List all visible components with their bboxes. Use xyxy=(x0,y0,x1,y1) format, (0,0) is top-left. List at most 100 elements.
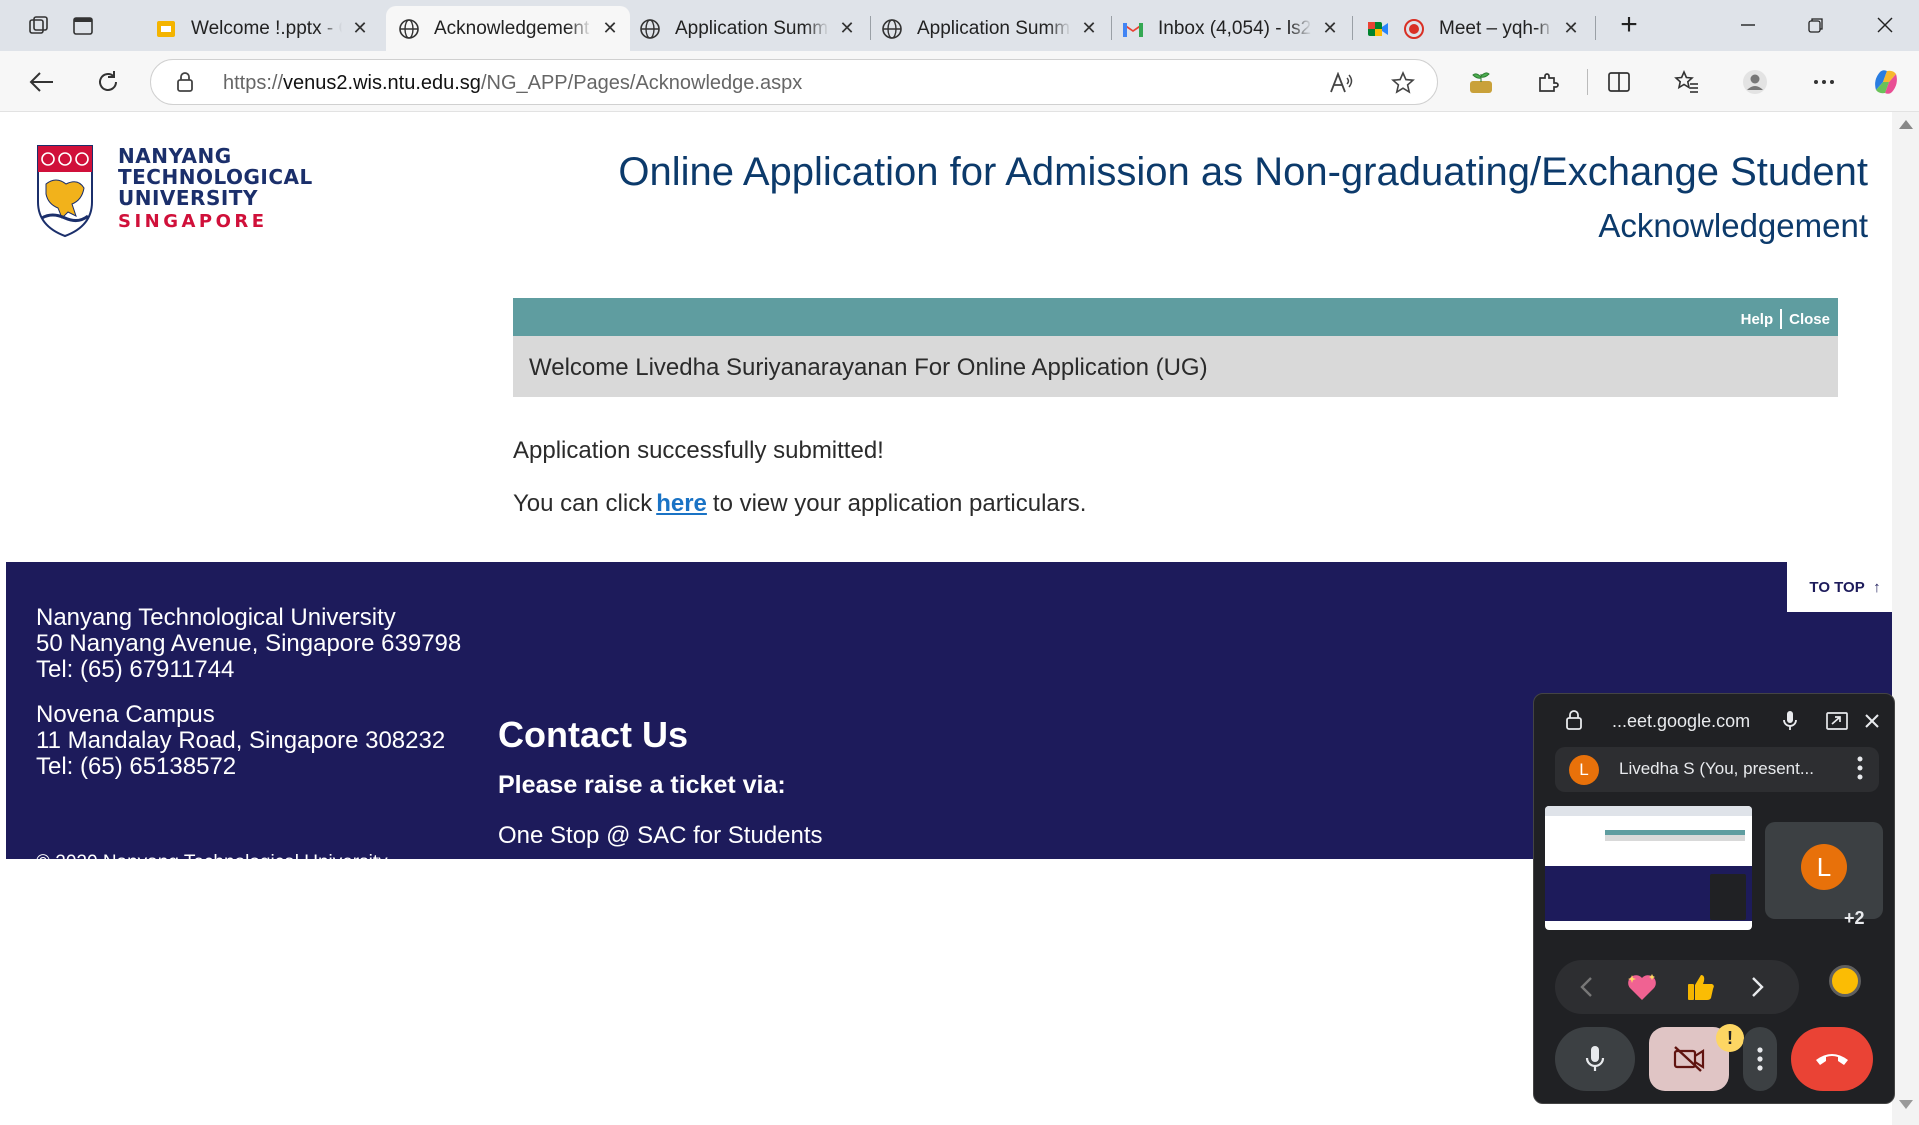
recording-icon xyxy=(1403,18,1425,40)
logo-text-line: NANYANG xyxy=(118,144,232,168)
copilot-icon[interactable] xyxy=(1868,64,1904,100)
profile-avatar-icon[interactable] xyxy=(1737,64,1773,100)
chevron-left-icon[interactable] xyxy=(1569,970,1603,1004)
restore-button[interactable] xyxy=(1796,8,1836,42)
campus-phone: Tel: (65) 65138572 xyxy=(36,753,237,780)
tab-application-summary-1[interactable]: Application Summa ✕ xyxy=(627,6,867,51)
tab-separator xyxy=(1352,16,1353,40)
lock-icon[interactable] xyxy=(173,70,197,94)
slides-icon xyxy=(155,18,177,40)
more-options-button[interactable] xyxy=(1743,1027,1777,1091)
to-top-label: TO TOP xyxy=(1809,578,1865,596)
panel-header: Help Close xyxy=(513,298,1838,336)
toolbar-separator xyxy=(1587,69,1588,95)
meet-pip-window[interactable]: ...eet.google.com L Livedha S (You, pres… xyxy=(1533,693,1895,1104)
close-link[interactable]: Close xyxy=(1789,311,1830,328)
tab-welcome-pptx[interactable]: Welcome !.pptx - G ✕ xyxy=(143,6,380,51)
here-link[interactable]: here xyxy=(656,490,707,517)
more-participants-count[interactable]: +2 xyxy=(1844,908,1865,929)
participant-tile[interactable]: L xyxy=(1765,822,1883,919)
tab-label: Application Summa xyxy=(675,17,829,39)
url-text[interactable]: https://venus2.wis.ntu.edu.sg/NG_APP/Pag… xyxy=(223,72,802,95)
gmail-icon xyxy=(1122,18,1144,40)
favorites-icon[interactable] xyxy=(1669,64,1705,100)
screen-share-thumbnail[interactable] xyxy=(1545,806,1752,930)
logo-text-line: UNIVERSITY xyxy=(118,186,258,210)
scroll-down-arrow-icon[interactable] xyxy=(1899,1100,1913,1109)
close-icon[interactable]: ✕ xyxy=(837,18,857,39)
more-options-icon[interactable] xyxy=(1806,64,1842,100)
contact-subtitle: Please raise a ticket via: xyxy=(498,771,786,799)
link-separator xyxy=(1780,309,1783,329)
read-aloud-icon[interactable] xyxy=(1327,68,1357,98)
tab-application-summary-2[interactable]: Application Summa ✕ xyxy=(869,6,1109,51)
close-icon[interactable]: ✕ xyxy=(350,18,370,39)
scroll-up-arrow-icon[interactable] xyxy=(1899,120,1913,129)
hang-up-button[interactable] xyxy=(1791,1027,1873,1091)
thumbnail-pip xyxy=(1710,874,1746,920)
tab-actions-icon[interactable] xyxy=(68,11,98,41)
back-button[interactable] xyxy=(22,63,62,101)
view-prefix-text: You can click xyxy=(513,490,653,517)
microphone-button[interactable] xyxy=(1555,1027,1635,1091)
tab-gmail-inbox[interactable]: Inbox (4,054) - ls29 ✕ xyxy=(1110,6,1350,51)
chevron-right-icon[interactable] xyxy=(1741,970,1775,1004)
warning-icon[interactable]: ! xyxy=(1716,1024,1744,1052)
back-to-tab-icon[interactable] xyxy=(1824,708,1850,734)
extension-plant-icon[interactable] xyxy=(1463,64,1499,100)
workspaces-icon[interactable] xyxy=(24,11,54,41)
favorite-star-icon[interactable] xyxy=(1388,68,1418,98)
more-vert-icon[interactable] xyxy=(1853,756,1867,780)
close-icon[interactable] xyxy=(1859,708,1885,734)
avatar: L xyxy=(1569,755,1599,785)
split-screen-icon[interactable] xyxy=(1601,64,1637,100)
close-icon[interactable]: ✕ xyxy=(1320,18,1340,39)
tab-google-meet[interactable]: Meet – yqh-n ✕ xyxy=(1355,6,1591,51)
address-bar[interactable]: https://venus2.wis.ntu.edu.sg/NG_APP/Pag… xyxy=(150,59,1438,105)
tab-label: Meet – yqh-n xyxy=(1439,17,1550,39)
close-icon[interactable]: ✕ xyxy=(600,18,620,39)
ntu-logo[interactable]: NANYANG TECHNOLOGICAL UNIVERSITY SINGAPO… xyxy=(36,144,312,244)
lock-icon xyxy=(1566,710,1582,730)
welcome-bar: Welcome Livedha Suriyanarayanan For Onli… xyxy=(513,336,1838,397)
tab-label: Welcome !.pptx - G xyxy=(191,17,342,39)
tab-acknowledgement[interactable]: Acknowledgement ✕ xyxy=(386,6,630,51)
contact-link-students[interactable]: One Stop @ SAC for Students xyxy=(498,822,823,850)
new-tab-button[interactable]: + xyxy=(1609,8,1649,42)
avatar: L xyxy=(1801,844,1847,890)
tab-separator xyxy=(1595,16,1596,40)
page-scrollbar[interactable] xyxy=(1892,112,1919,1125)
presenter-bar[interactable]: L Livedha S (You, present... xyxy=(1555,747,1879,792)
contact-link-staff[interactable]: ServiceNow @ NTU for Staff xyxy=(498,875,803,903)
url-path: /NG_APP/Pages/Acknowledge.aspx xyxy=(480,72,803,94)
view-suffix-text: to view your application particulars. xyxy=(712,490,1087,517)
copyright-text: © 2020 Nanyang Technological University xyxy=(36,852,388,873)
raise-hand-indicator-icon[interactable] xyxy=(1829,965,1861,997)
tab-label: Inbox (4,054) - ls29 xyxy=(1158,17,1312,39)
minimize-button[interactable] xyxy=(1728,8,1768,42)
contact-link-public[interactable]: Service Desk Form for NTU Alumni/Public xyxy=(498,928,943,956)
close-icon[interactable]: ✕ xyxy=(1561,18,1581,39)
extensions-puzzle-icon[interactable] xyxy=(1530,64,1566,100)
close-icon[interactable]: ✕ xyxy=(1079,18,1099,39)
reactions-bar xyxy=(1555,960,1799,1014)
help-link[interactable]: Help xyxy=(1741,311,1774,328)
view-particulars-message: You can click here to view your applicatio… xyxy=(513,490,1086,518)
window-close-button[interactable] xyxy=(1865,8,1905,42)
contact-title: Contact Us xyxy=(498,714,689,755)
panel-links: Help Close xyxy=(1741,309,1830,329)
url-prefix: https:// xyxy=(223,72,284,94)
thumbs-up-icon[interactable] xyxy=(1684,970,1718,1004)
microphone-icon[interactable] xyxy=(1777,708,1803,734)
sparkling-heart-icon[interactable] xyxy=(1625,970,1659,1004)
tab-label: Application Summa xyxy=(917,17,1071,39)
ntu-crest-icon xyxy=(37,145,93,238)
to-top-button[interactable]: TO TOP ↑ xyxy=(1787,562,1903,612)
url-host: venus2.wis.ntu.edu.sg xyxy=(283,72,481,94)
reload-button[interactable] xyxy=(88,63,128,101)
pip-url: ...eet.google.com xyxy=(1612,711,1751,731)
logo-text-line: SINGAPORE xyxy=(118,211,268,232)
globe-icon xyxy=(881,18,903,40)
welcome-text: Welcome Livedha Suriyanarayanan For Onli… xyxy=(529,354,1208,381)
browser-toolbar: https://venus2.wis.ntu.edu.sg/NG_APP/Pag… xyxy=(0,51,1919,112)
